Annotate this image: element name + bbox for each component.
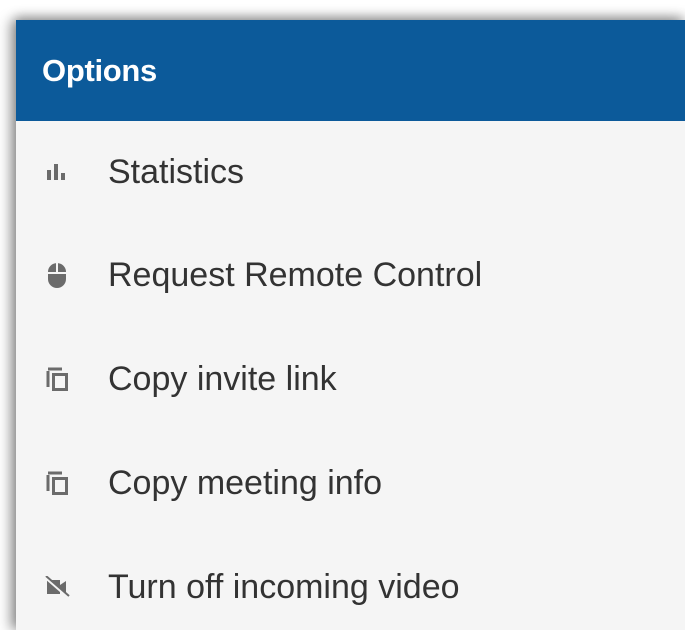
options-header: Options: [16, 20, 685, 121]
menu-item-label: Statistics: [108, 152, 245, 191]
mouse-icon: [43, 261, 71, 289]
copy-icon: [43, 365, 71, 393]
options-menu: Statistics Request Remote Control Copy i…: [16, 121, 685, 630]
menu-item-statistics[interactable]: Statistics: [16, 121, 685, 223]
menu-item-label: Copy invite link: [108, 359, 337, 398]
menu-item-copy-invite-link[interactable]: Copy invite link: [16, 327, 685, 431]
copy-icon: [43, 469, 71, 497]
video-off-icon: [43, 573, 71, 601]
bar-chart-icon: [43, 158, 71, 186]
options-panel: Options Statistics Request Remote Contro…: [16, 20, 685, 630]
menu-item-turn-off-incoming-video[interactable]: Turn off incoming video: [16, 535, 685, 630]
menu-item-request-remote-control[interactable]: Request Remote Control: [16, 223, 685, 327]
panel-title: Options: [42, 52, 157, 88]
menu-item-label: Copy meeting info: [108, 463, 383, 502]
menu-item-label: Request Remote Control: [108, 255, 483, 294]
menu-item-label: Turn off incoming video: [108, 567, 460, 606]
menu-item-copy-meeting-info[interactable]: Copy meeting info: [16, 431, 685, 535]
